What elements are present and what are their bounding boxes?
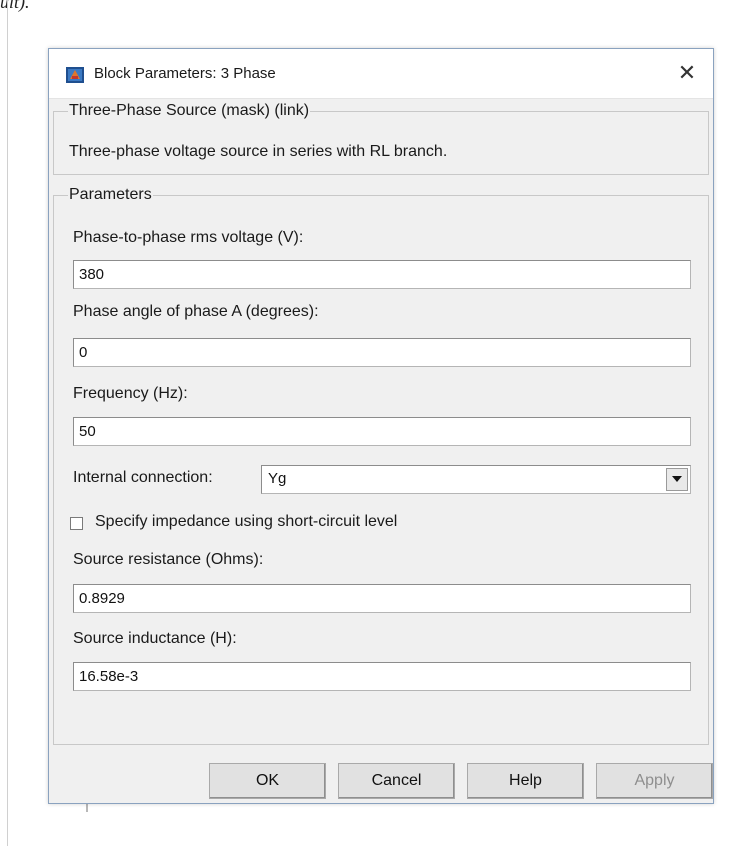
apply-button[interactable]: Apply: [596, 763, 713, 799]
dropdown-arrow-icon[interactable]: [666, 468, 688, 491]
phase-angle-label: Phase angle of phase A (degrees):: [73, 303, 319, 320]
close-button[interactable]: ✕: [673, 59, 701, 87]
ok-button[interactable]: OK: [209, 763, 326, 799]
frequency-input[interactable]: [73, 417, 691, 446]
voltage-input[interactable]: [73, 260, 691, 289]
description-group-label: Three-Phase Source (mask) (link): [68, 102, 311, 120]
frequency-label: Frequency (Hz):: [73, 385, 188, 402]
parameters-group-label: Parameters: [68, 186, 153, 204]
internal-connection-value: Yg: [268, 470, 287, 487]
block-description: Three-phase voltage source in series wit…: [69, 143, 448, 160]
document-margin-line: [7, 0, 8, 846]
resistance-label: Source resistance (Ohms):: [73, 551, 264, 568]
internal-connection-label: Internal connection:: [73, 469, 213, 486]
help-button[interactable]: Help: [467, 763, 584, 799]
resistance-input[interactable]: [73, 584, 691, 613]
dialog-title: Block Parameters: 3 Phase: [94, 65, 276, 82]
voltage-label: Phase-to-phase rms voltage (V):: [73, 229, 304, 246]
inductance-label: Source inductance (H):: [73, 630, 237, 647]
internal-connection-select[interactable]: Yg: [261, 465, 691, 494]
inductance-input[interactable]: [73, 662, 691, 691]
simulink-block-icon: [66, 67, 84, 83]
screenshot-page: ult). Block Parameters: 3 Phase ✕ Three-…: [0, 0, 746, 846]
phase-angle-input[interactable]: [73, 338, 691, 367]
dialog-titlebar[interactable]: Block Parameters: 3 Phase ✕: [49, 49, 713, 99]
short-circuit-checkbox[interactable]: [70, 517, 83, 530]
document-text-fragment: ult).: [0, 0, 30, 12]
short-circuit-checkbox-label[interactable]: Specify impedance using short-circuit le…: [95, 513, 397, 531]
cancel-button[interactable]: Cancel: [338, 763, 455, 799]
block-parameters-dialog: Block Parameters: 3 Phase ✕ Three-Phase …: [48, 48, 714, 804]
